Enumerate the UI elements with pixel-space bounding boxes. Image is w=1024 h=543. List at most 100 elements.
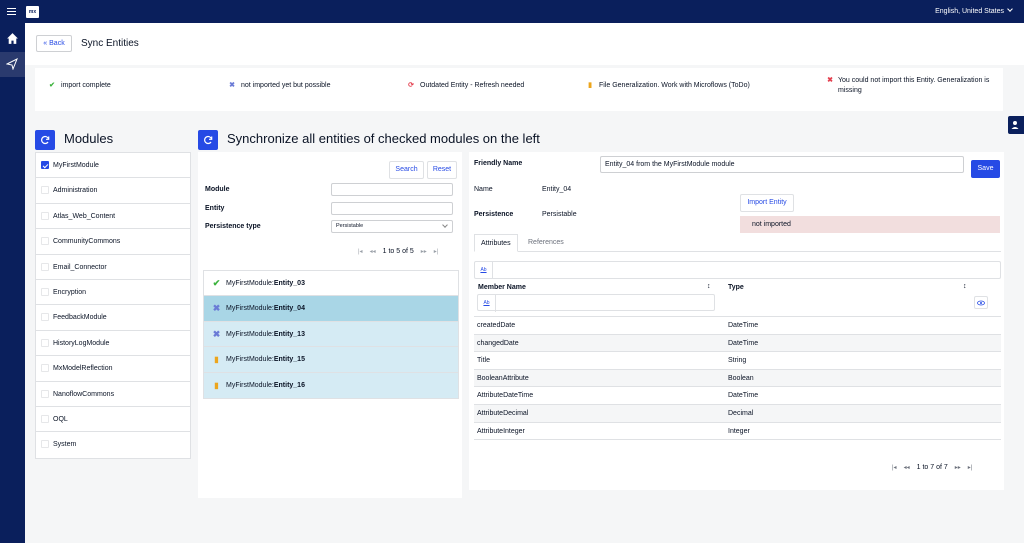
member-name-filter[interactable]: Ab bbox=[477, 294, 715, 312]
page-header: « Back Sync Entities bbox=[25, 23, 1024, 65]
entity-row[interactable]: ▮ MyFirstModule:Entity_16 bbox=[204, 372, 458, 398]
next-page-icon[interactable]: ▸▸ bbox=[421, 248, 427, 255]
check-icon: ✔ bbox=[49, 82, 55, 89]
last-page-icon[interactable]: ▸| bbox=[434, 248, 439, 255]
import-entity-button[interactable]: Import Entity bbox=[740, 194, 794, 212]
side-navigation bbox=[0, 23, 25, 543]
first-page-icon[interactable]: |◂ bbox=[892, 464, 897, 471]
persistence-value: Persistable bbox=[542, 211, 577, 218]
attribute-search-bar[interactable]: Ab bbox=[474, 261, 1001, 279]
table-row[interactable]: createdDate DateTime bbox=[474, 317, 1001, 335]
first-page-icon[interactable]: |◂ bbox=[358, 248, 363, 255]
import-status-badge: not imported bbox=[740, 216, 1000, 233]
feedback-tab[interactable] bbox=[1008, 116, 1024, 134]
module-checkbox[interactable] bbox=[41, 440, 49, 449]
module-label: System bbox=[53, 441, 77, 449]
module-checkbox[interactable] bbox=[41, 161, 49, 169]
legend-item-import-failed: ✖ You could not import this Entity. Gener… bbox=[827, 76, 999, 96]
entity-row[interactable]: ✖ MyFirstModule:Entity_04 bbox=[204, 296, 458, 322]
refresh-icon bbox=[204, 135, 213, 145]
module-item[interactable]: CommunityCommons bbox=[36, 229, 190, 255]
module-checkbox[interactable] bbox=[41, 287, 49, 296]
module-item[interactable]: OQL bbox=[36, 407, 190, 433]
type-filter[interactable] bbox=[974, 296, 988, 309]
text-filter-icon[interactable]: Ab bbox=[475, 262, 493, 279]
column-type[interactable]: Type bbox=[728, 284, 744, 291]
file-icon: ▮ bbox=[588, 82, 592, 89]
entity-pager: |◂ ◂◂ 1 to 5 of 5 ▸▸ ▸| bbox=[358, 248, 438, 255]
type-cell: Boolean bbox=[728, 374, 754, 382]
table-row[interactable]: AttributeInteger Integer bbox=[474, 423, 1001, 441]
entity-label: MyFirstModule:Entity_04 bbox=[226, 305, 305, 313]
text-filter-icon[interactable]: Ab bbox=[478, 295, 496, 312]
name-value: Entity_04 bbox=[542, 186, 572, 193]
module-checkbox[interactable] bbox=[41, 262, 49, 271]
module-filter-input[interactable] bbox=[331, 183, 453, 196]
module-item[interactable]: System bbox=[36, 432, 190, 457]
search-button[interactable]: Search bbox=[389, 161, 424, 179]
tab-attributes[interactable]: Attributes bbox=[474, 234, 518, 252]
nav-home[interactable] bbox=[0, 26, 25, 51]
entity-row[interactable]: ✖ MyFirstModule:Entity_13 bbox=[204, 321, 458, 348]
module-checkbox[interactable] bbox=[41, 313, 49, 322]
module-item[interactable]: Administration bbox=[36, 178, 190, 204]
module-item[interactable]: NanoflowCommons bbox=[36, 382, 190, 407]
hamburger-menu-icon[interactable] bbox=[7, 6, 16, 17]
last-page-icon[interactable]: ▸| bbox=[968, 464, 973, 471]
sort-icon[interactable]: ↕ bbox=[707, 283, 711, 290]
sort-icon[interactable]: ↕ bbox=[963, 283, 967, 290]
module-item[interactable]: Atlas_Web_Content bbox=[36, 204, 190, 230]
member-name-cell: changedDate bbox=[477, 339, 519, 347]
module-checkbox[interactable] bbox=[41, 237, 49, 246]
next-page-icon[interactable]: ▸▸ bbox=[955, 464, 961, 471]
entity-row[interactable]: ▮ MyFirstModule:Entity_15 bbox=[204, 347, 458, 373]
cross-icon: ✖ bbox=[827, 77, 833, 84]
type-cell: Integer bbox=[728, 427, 750, 435]
table-row[interactable]: AttributeDateTime DateTime bbox=[474, 387, 1001, 405]
module-list: MyFirstModule Administration Atlas_Web_C… bbox=[35, 152, 191, 459]
prev-page-icon[interactable]: ◂◂ bbox=[904, 464, 910, 471]
friendly-name-input[interactable]: Entity_04 from the MyFirstModule module bbox=[600, 156, 964, 173]
table-row[interactable]: changedDate DateTime bbox=[474, 334, 1001, 353]
language-selector[interactable]: English, United States bbox=[935, 6, 1013, 15]
legend-text: You could not import this Entity. Genera… bbox=[838, 77, 990, 94]
table-row[interactable]: BooleanAttribute Boolean bbox=[474, 369, 1001, 388]
reset-button[interactable]: Reset bbox=[427, 161, 457, 179]
module-item[interactable]: MxModelReflection bbox=[36, 356, 190, 382]
module-checkbox[interactable] bbox=[41, 186, 49, 195]
module-checkbox[interactable] bbox=[41, 389, 49, 398]
sync-all-button[interactable] bbox=[198, 130, 218, 150]
nav-sync[interactable] bbox=[0, 52, 25, 77]
language-label: English, United States bbox=[935, 8, 1004, 15]
module-item[interactable]: MyFirstModule bbox=[36, 153, 190, 179]
module-item[interactable]: FeedbackModule bbox=[36, 305, 190, 331]
prev-page-icon[interactable]: ◂◂ bbox=[370, 248, 376, 255]
tab-references[interactable]: References bbox=[522, 234, 570, 252]
type-cell: Decimal bbox=[728, 410, 754, 417]
member-name-cell: AttributeDateTime bbox=[477, 392, 534, 400]
module-checkbox[interactable] bbox=[41, 338, 49, 347]
table-row[interactable]: Title String bbox=[474, 352, 1001, 370]
module-checkbox[interactable] bbox=[41, 211, 49, 220]
refresh-icon: ⟳ bbox=[408, 82, 414, 89]
module-item[interactable]: Encryption bbox=[36, 280, 190, 306]
persistence-type-select[interactable]: Persistable bbox=[331, 220, 453, 233]
module-item[interactable]: Email_Connector bbox=[36, 255, 190, 280]
save-button[interactable]: Save bbox=[971, 160, 1000, 178]
entity-row[interactable]: ✔ MyFirstModule:Entity_03 bbox=[204, 271, 458, 297]
module-checkbox[interactable] bbox=[41, 414, 49, 423]
legend-item-file-generalization: ▮ File Generalization. Work with Microflo… bbox=[585, 81, 750, 89]
column-member-name[interactable]: Member Name bbox=[478, 284, 526, 291]
module-item[interactable]: HistoryLogModule bbox=[36, 331, 190, 357]
module-label: NanoflowCommons bbox=[53, 390, 115, 398]
sync-title: Synchronize all entities of checked modu… bbox=[227, 131, 540, 146]
entity-filter-input[interactable] bbox=[331, 202, 453, 215]
cross-icon: ✖ bbox=[212, 303, 221, 314]
back-button[interactable]: « Back bbox=[36, 35, 72, 52]
app-logo: mx bbox=[26, 6, 39, 18]
legend-text: Outdated Entity - Refresh needed bbox=[420, 82, 525, 89]
table-row[interactable]: AttributeDecimal Decimal bbox=[474, 405, 1001, 423]
module-checkbox[interactable] bbox=[41, 364, 49, 373]
module-label: HistoryLogModule bbox=[53, 339, 110, 347]
refresh-modules-button[interactable] bbox=[35, 130, 55, 150]
